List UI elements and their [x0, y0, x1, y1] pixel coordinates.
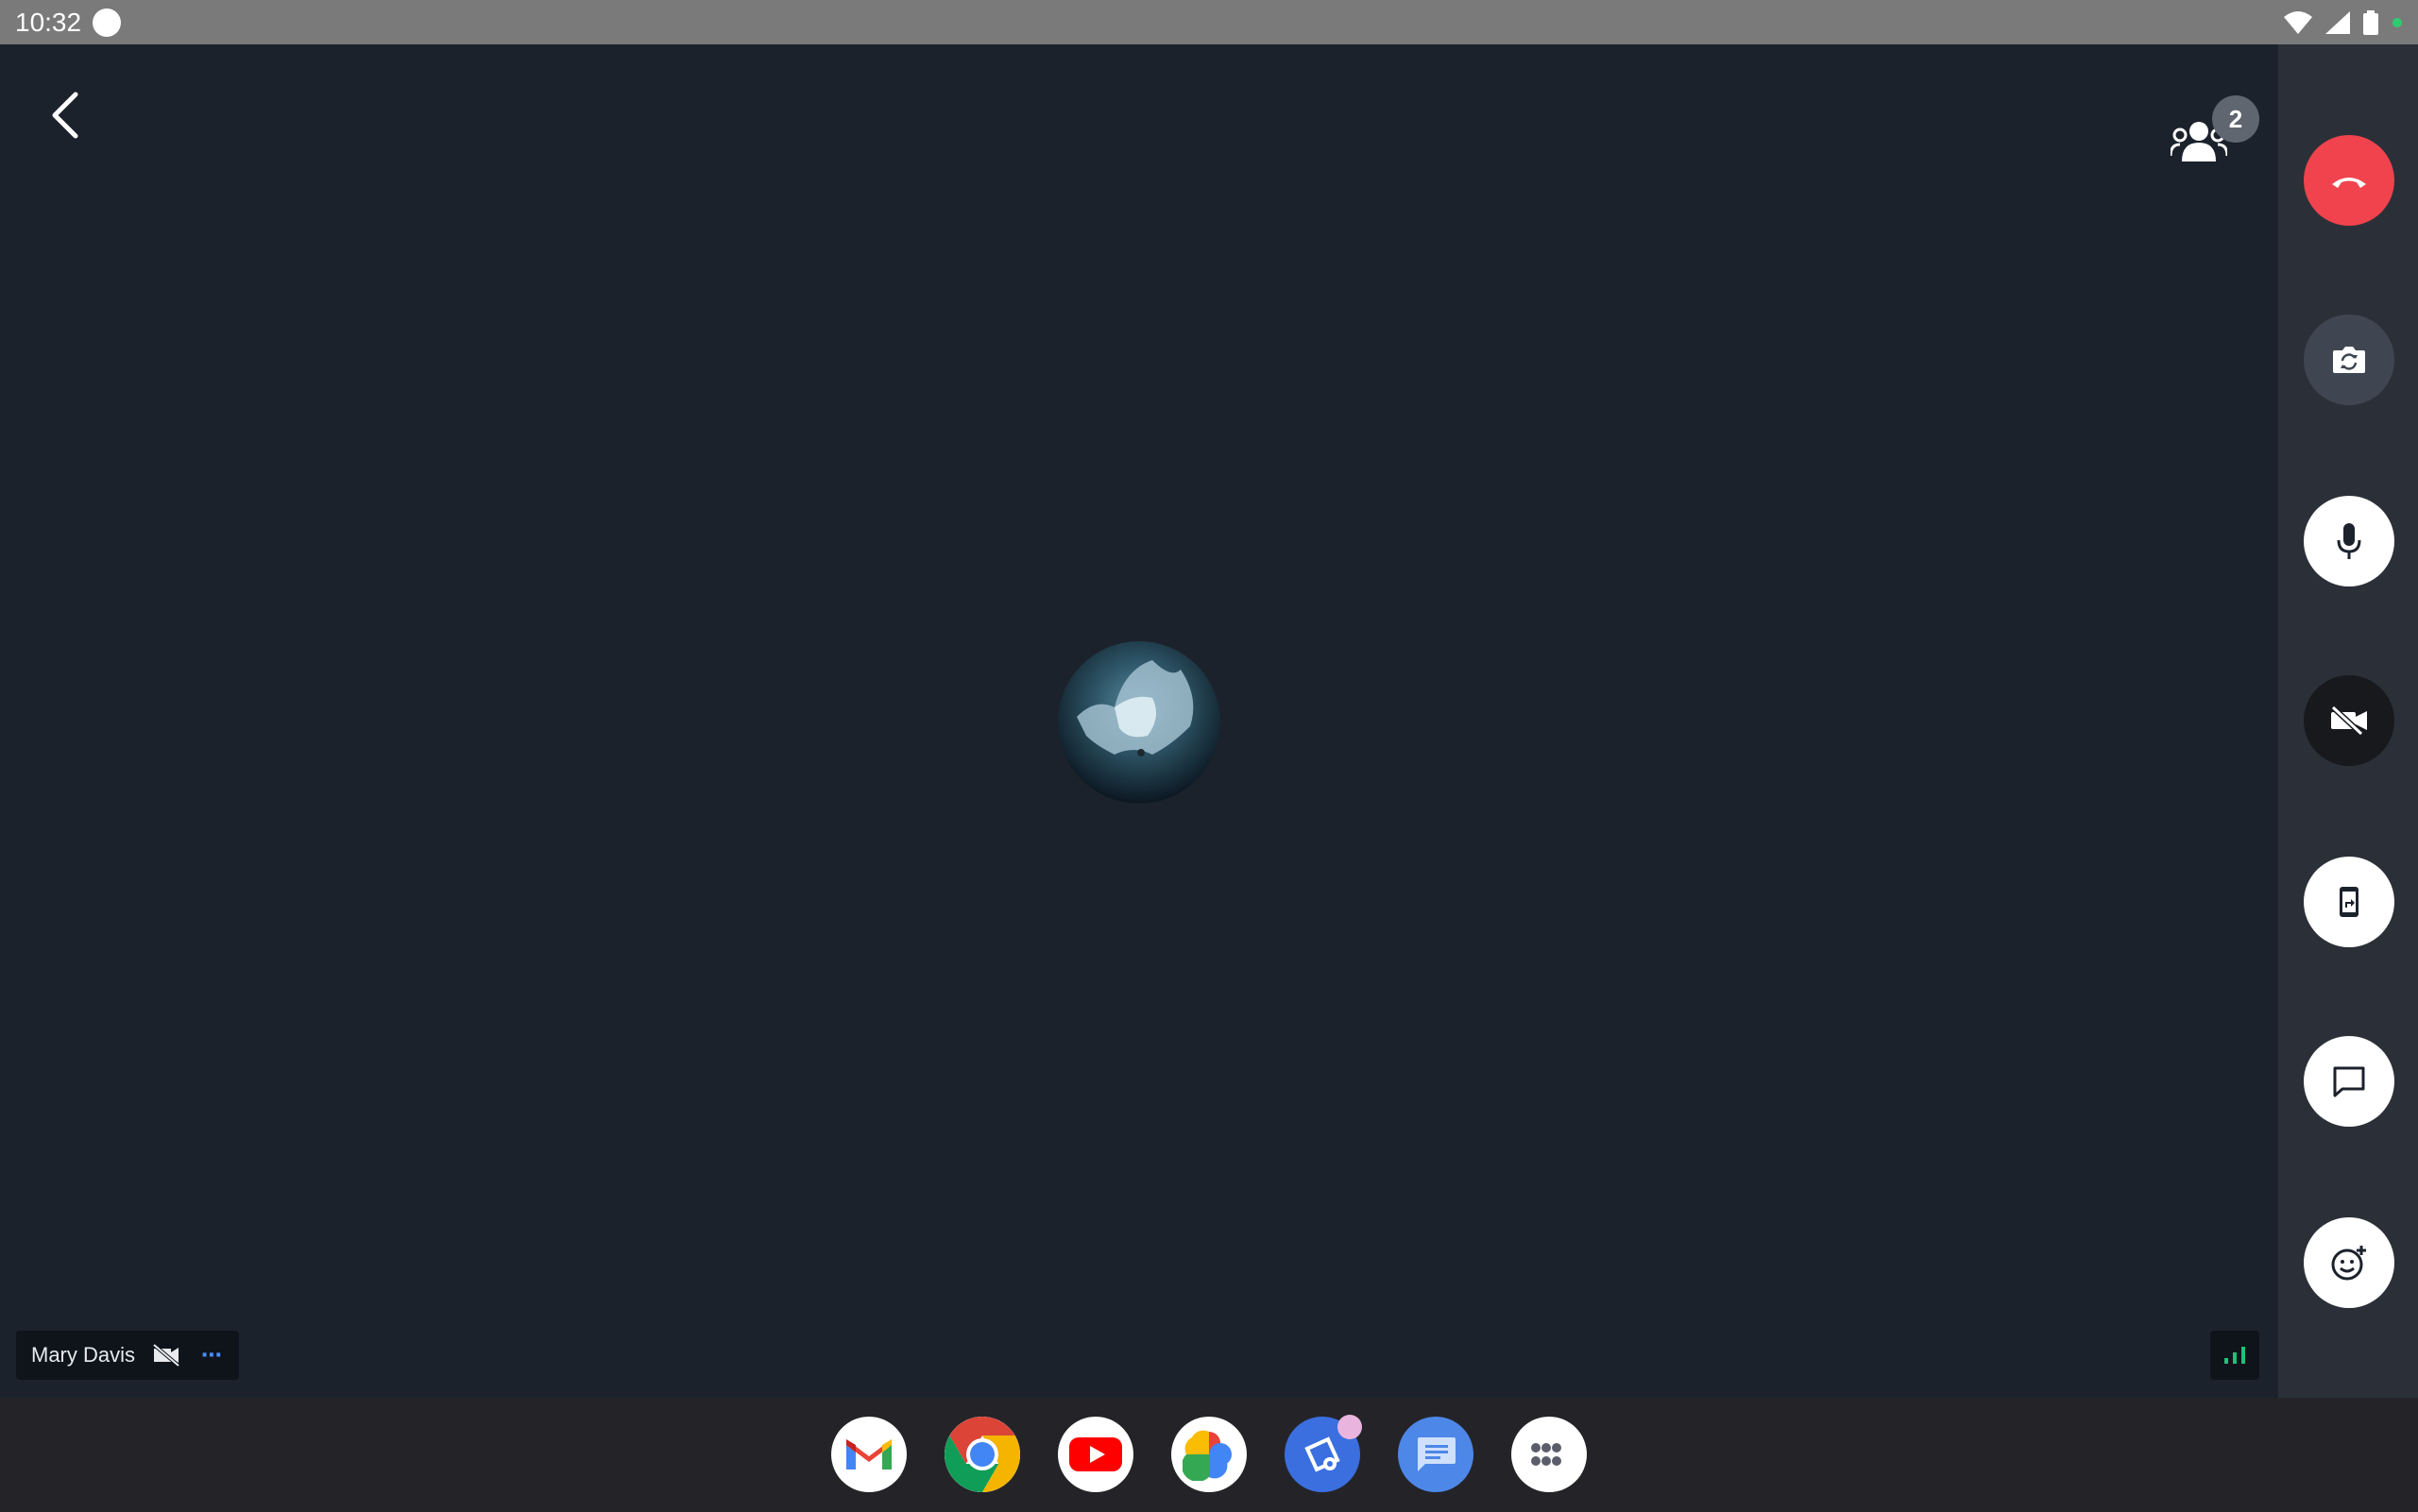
status-icons — [2284, 9, 2403, 35]
chevron-left-icon — [52, 92, 78, 139]
cellular-icon — [2325, 10, 2350, 34]
signal-bars-icon — [2224, 1347, 2245, 1364]
youtube-app[interactable] — [1058, 1417, 1133, 1492]
participant-count-badge: 2 — [2212, 95, 2259, 143]
mic-icon — [2337, 523, 2361, 559]
messages-app[interactable] — [1398, 1417, 1473, 1492]
back-button[interactable] — [38, 87, 94, 144]
status-bar: 10:32 — [0, 0, 2418, 44]
status-left: 10:32 — [15, 0, 122, 44]
avatar — [1058, 641, 1220, 804]
active-dot-icon — [2392, 17, 2402, 27]
end-call-button[interactable] — [2304, 135, 2394, 226]
participant-name: Mary Davis — [31, 1343, 136, 1367]
recording-indicator-icon — [93, 8, 122, 37]
call-stage: 2 Mary Davis ⋯ — [0, 44, 2278, 1398]
emoji-add-icon — [2331, 1246, 2366, 1281]
taskbar — [0, 1398, 2418, 1512]
reactions-button[interactable] — [2304, 1217, 2394, 1308]
chrome-icon — [945, 1417, 1020, 1492]
video-toggle-button[interactable] — [2304, 675, 2394, 766]
call-controls-rail — [2278, 44, 2418, 1398]
microphone-button[interactable] — [2304, 496, 2394, 586]
phone-hangup-icon — [2332, 178, 2366, 188]
photos-icon — [1183, 1430, 1232, 1481]
app-drawer-icon — [1531, 1443, 1561, 1466]
avatar-image — [1077, 660, 1194, 756]
camera-flip-icon — [2333, 347, 2365, 373]
chrome-app[interactable] — [945, 1417, 1020, 1492]
photos-app[interactable] — [1171, 1417, 1247, 1492]
more-options-button[interactable]: ⋯ — [201, 1343, 223, 1368]
participants-button[interactable]: 2 — [2163, 82, 2259, 167]
video-off-icon — [2330, 705, 2367, 736]
chat-icon — [2333, 1066, 2365, 1097]
meeting-app[interactable] — [1285, 1415, 1362, 1492]
messages-icon — [1418, 1437, 1456, 1471]
app-dock — [831, 1415, 1587, 1492]
flip-camera-button[interactable] — [2304, 314, 2394, 405]
notification-dot — [1337, 1415, 1362, 1439]
screen-share-button[interactable] — [2304, 857, 2394, 947]
connection-quality-indicator — [2210, 1331, 2259, 1380]
screen-share-icon — [2340, 887, 2358, 917]
app-drawer[interactable] — [1511, 1417, 1587, 1492]
wifi-icon — [2284, 10, 2312, 34]
youtube-icon — [1069, 1437, 1122, 1471]
participant-name-chip: Mary Davis ⋯ — [16, 1331, 239, 1380]
video-off-icon — [152, 1344, 180, 1367]
battery-icon — [2363, 9, 2378, 35]
gmail-app[interactable] — [831, 1417, 907, 1492]
status-time: 10:32 — [15, 8, 82, 37]
gmail-icon — [846, 1439, 892, 1470]
chat-button[interactable] — [2304, 1036, 2394, 1127]
